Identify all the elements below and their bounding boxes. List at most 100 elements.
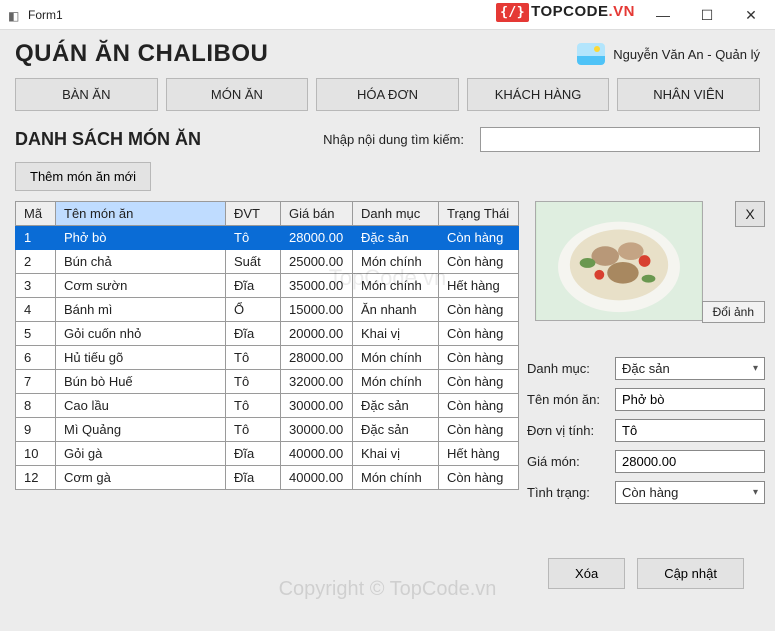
table-row[interactable]: 10Gỏi gàĐĩa40000.00Khai vịHết hàng bbox=[16, 442, 519, 466]
table-cell: Đĩa bbox=[226, 274, 281, 298]
nav-tabs: BÀN ĂN MÓN ĂN HÓA ĐƠN KHÁCH HÀNG NHÂN VI… bbox=[0, 74, 775, 121]
user-avatar-icon bbox=[577, 43, 605, 65]
col-header[interactable]: ĐVT bbox=[226, 202, 281, 226]
add-dish-button[interactable]: Thêm món ăn mới bbox=[15, 162, 151, 191]
table-cell: Đĩa bbox=[226, 322, 281, 346]
table-cell: 2 bbox=[16, 250, 56, 274]
table-cell: Tô bbox=[226, 418, 281, 442]
col-header[interactable]: Tên món ăn bbox=[56, 202, 226, 226]
table-cell: Còn hàng bbox=[439, 466, 519, 490]
table-cell: Còn hàng bbox=[439, 370, 519, 394]
status-label: Tình trạng: bbox=[527, 485, 615, 500]
table-cell: 5 bbox=[16, 322, 56, 346]
table-row[interactable]: 6Hủ tiếu gõTô28000.00Món chínhCòn hàng bbox=[16, 346, 519, 370]
col-header[interactable]: Giá bán bbox=[281, 202, 353, 226]
tab-khach-hang[interactable]: KHÁCH HÀNG bbox=[467, 78, 610, 111]
delete-button[interactable]: Xóa bbox=[548, 558, 625, 589]
maximize-button[interactable]: ☐ bbox=[685, 1, 729, 29]
table-cell: Bánh mì bbox=[56, 298, 226, 322]
table-row[interactable]: 4Bánh mìỔ15000.00Ăn nhanhCòn hàng bbox=[16, 298, 519, 322]
table-row[interactable]: 7Bún bò HuếTô32000.00Món chínhCòn hàng bbox=[16, 370, 519, 394]
unit-input[interactable] bbox=[615, 419, 765, 442]
list-title: DANH SÁCH MÓN ĂN bbox=[15, 129, 201, 150]
table-row[interactable]: 9Mì QuảngTô30000.00Đặc sảnCòn hàng bbox=[16, 418, 519, 442]
table-cell: 30000.00 bbox=[281, 394, 353, 418]
update-button[interactable]: Cập nhật bbox=[637, 558, 744, 589]
search-label: Nhập nội dung tìm kiếm: bbox=[323, 132, 464, 147]
chevron-down-icon: ▾ bbox=[753, 487, 758, 498]
table-cell: Còn hàng bbox=[439, 346, 519, 370]
table-cell: 12 bbox=[16, 466, 56, 490]
table-cell: Khai vị bbox=[353, 442, 439, 466]
chevron-down-icon: ▾ bbox=[753, 363, 758, 374]
tab-hoa-don[interactable]: HÓA ĐƠN bbox=[316, 78, 459, 111]
table-cell: 25000.00 bbox=[281, 250, 353, 274]
table-cell: 15000.00 bbox=[281, 298, 353, 322]
category-select[interactable]: Đặc sản▾ bbox=[615, 357, 765, 380]
table-cell: Tô bbox=[226, 394, 281, 418]
table-cell: Tô bbox=[226, 226, 281, 250]
close-panel-button[interactable]: X bbox=[735, 201, 765, 227]
table-row[interactable]: 5Gỏi cuốn nhỏĐĩa20000.00Khai vịCòn hàng bbox=[16, 322, 519, 346]
price-input[interactable] bbox=[615, 450, 765, 473]
table-cell: 20000.00 bbox=[281, 322, 353, 346]
close-window-button[interactable]: ✕ bbox=[729, 1, 773, 29]
table-cell: 40000.00 bbox=[281, 442, 353, 466]
table-cell: Món chính bbox=[353, 250, 439, 274]
table-cell: Còn hàng bbox=[439, 226, 519, 250]
col-header[interactable]: Danh mục bbox=[353, 202, 439, 226]
change-image-button[interactable]: Đổi ảnh bbox=[702, 301, 765, 323]
table-cell: Còn hàng bbox=[439, 418, 519, 442]
table-cell: 3 bbox=[16, 274, 56, 298]
table-cell: 7 bbox=[16, 370, 56, 394]
table-row[interactable]: 12Cơm gàĐĩa40000.00Món chínhCòn hàng bbox=[16, 466, 519, 490]
table-cell: 8 bbox=[16, 394, 56, 418]
table-cell: Cơm sườn bbox=[56, 274, 226, 298]
table-cell: Còn hàng bbox=[439, 250, 519, 274]
list-header: DANH SÁCH MÓN ĂN Nhập nội dung tìm kiếm: bbox=[0, 121, 775, 156]
table-cell: 35000.00 bbox=[281, 274, 353, 298]
table-cell: 32000.00 bbox=[281, 370, 353, 394]
table-cell: Hủ tiếu gõ bbox=[56, 346, 226, 370]
header: QUÁN ĂN CHALIBOU Nguyễn Văn An - Quản lý bbox=[0, 30, 775, 74]
col-header[interactable]: Mã bbox=[16, 202, 56, 226]
search-input[interactable] bbox=[480, 127, 760, 152]
table-cell: Suất bbox=[226, 250, 281, 274]
table-cell: Món chính bbox=[353, 274, 439, 298]
tab-ban-an[interactable]: BÀN ĂN bbox=[15, 78, 158, 111]
dish-table-container: MãTên món ănĐVTGiá bánDanh mụcTrạng Thái… bbox=[15, 201, 519, 589]
table-row[interactable]: 3Cơm sườnĐĩa35000.00Món chínhHết hàng bbox=[16, 274, 519, 298]
col-header[interactable]: Trạng Thái bbox=[439, 202, 519, 226]
table-cell: Khai vị bbox=[353, 322, 439, 346]
name-input[interactable] bbox=[615, 388, 765, 411]
table-cell: Còn hàng bbox=[439, 322, 519, 346]
table-cell: 1 bbox=[16, 226, 56, 250]
table-cell: 10 bbox=[16, 442, 56, 466]
user-info: Nguyễn Văn An - Quản lý bbox=[613, 47, 760, 62]
table-cell: 40000.00 bbox=[281, 466, 353, 490]
tab-mon-an[interactable]: MÓN ĂN bbox=[166, 78, 309, 111]
unit-label: Đơn vị tính: bbox=[527, 423, 615, 438]
table-cell: Còn hàng bbox=[439, 298, 519, 322]
table-cell: Phở bò bbox=[56, 226, 226, 250]
table-cell: Đặc sản bbox=[353, 394, 439, 418]
table-cell: Cơm gà bbox=[56, 466, 226, 490]
tab-nhan-vien[interactable]: NHÂN VIÊN bbox=[617, 78, 760, 111]
food-photo-icon bbox=[536, 202, 702, 320]
table-cell: Món chính bbox=[353, 346, 439, 370]
brand-logo: {/}TOPCODE.VN bbox=[496, 3, 635, 22]
table-cell: Gỏi cuốn nhỏ bbox=[56, 322, 226, 346]
titlebar: Form1 — ☐ ✕ bbox=[0, 0, 775, 30]
table-row[interactable]: 1Phở bòTô28000.00Đặc sảnCòn hàng bbox=[16, 226, 519, 250]
table-cell: 30000.00 bbox=[281, 418, 353, 442]
table-row[interactable]: 2Bún chảSuất25000.00Món chínhCòn hàng bbox=[16, 250, 519, 274]
name-label: Tên món ăn: bbox=[527, 392, 615, 407]
table-cell: Tô bbox=[226, 370, 281, 394]
minimize-button[interactable]: — bbox=[641, 1, 685, 29]
table-cell: Đĩa bbox=[226, 466, 281, 490]
table-cell: 9 bbox=[16, 418, 56, 442]
detail-panel: X Đổi ảnh Danh mục: Đặc sản▾ Tê bbox=[527, 201, 775, 589]
restaurant-title: QUÁN ĂN CHALIBOU bbox=[15, 40, 577, 68]
table-row[interactable]: 8Cao lầuTô30000.00Đặc sảnCòn hàng bbox=[16, 394, 519, 418]
status-select[interactable]: Còn hàng▾ bbox=[615, 481, 765, 504]
